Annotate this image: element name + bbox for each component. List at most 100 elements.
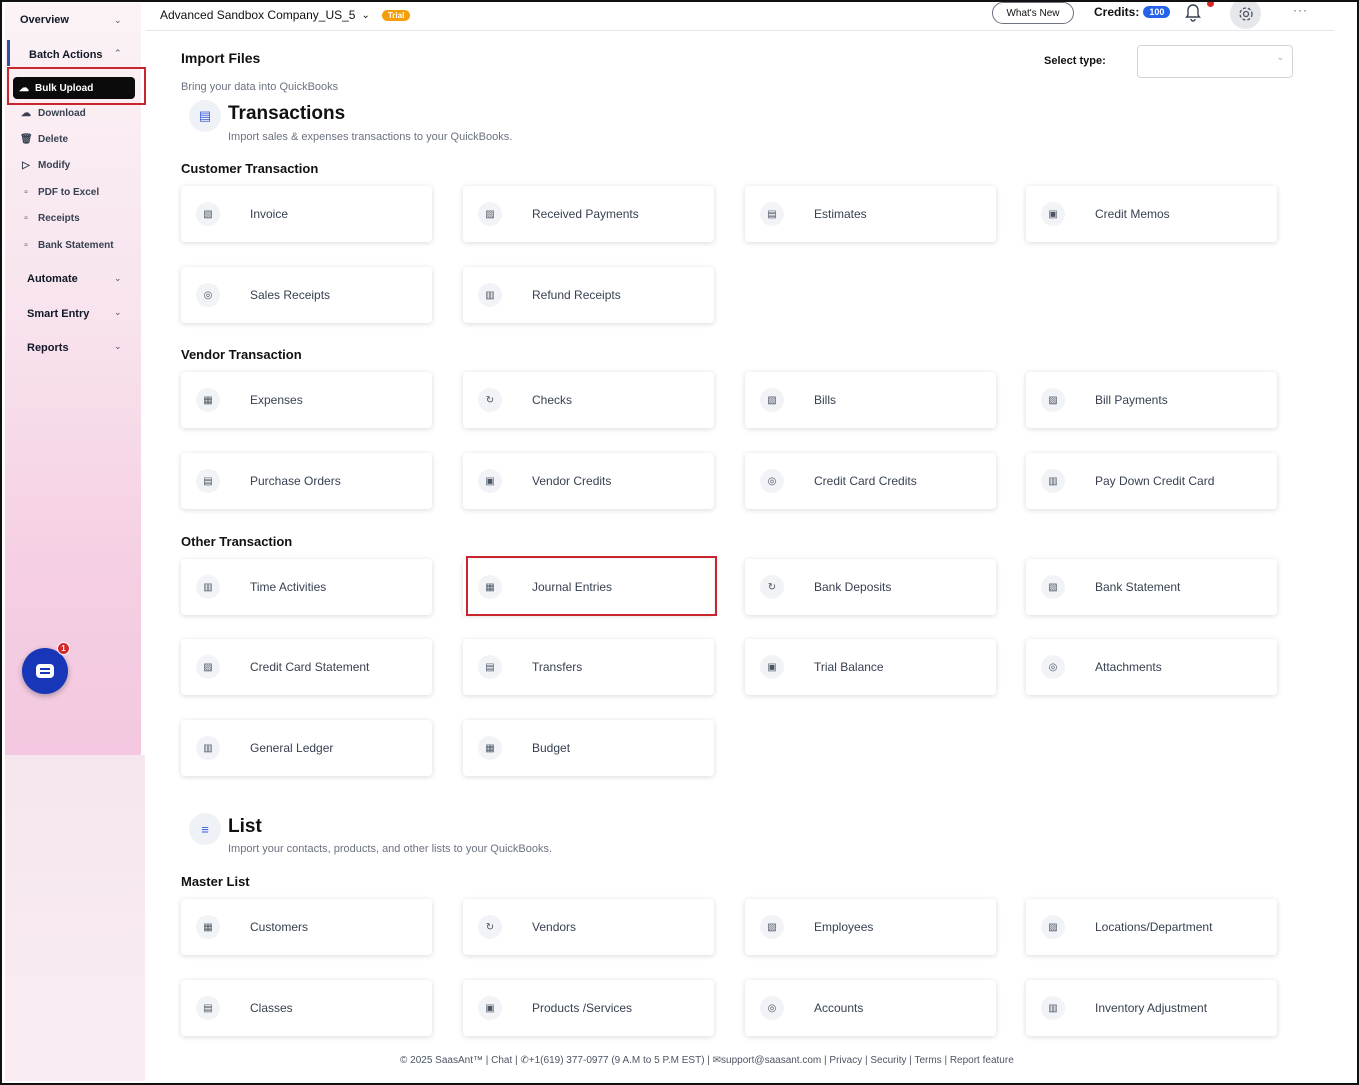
section-title-transactions: Transactions [228,103,346,124]
chevron-down-icon[interactable]: ⌄ [114,15,122,26]
card-estimates[interactable]: ▤ Estimates [745,186,996,242]
select-type-dropdown[interactable]: ⌄ [1137,45,1293,78]
chat-button[interactable] [22,648,68,694]
card-inventory-adjustment[interactable]: ▥ Inventory Adjustment [1026,980,1277,1036]
card-bank-deposits[interactable]: ↻ Bank Deposits [745,559,996,615]
card-transfers[interactable]: ▤ Transfers [463,639,714,695]
page-title: Import Files [181,50,261,66]
card-bills[interactable]: ▧ Bills [745,372,996,428]
card-label: Expenses [250,393,303,407]
card-label: Budget [532,741,571,755]
company-selector[interactable]: Advanced Sandbox Company_US_5 ⌄ Trial [160,8,411,22]
section-desc-transactions: Import sales & expenses transactions to … [228,131,513,143]
card-label: Accounts [814,1001,864,1015]
chat-icon [36,664,54,678]
card-trial-balance[interactable]: ▣ Trial Balance [745,639,996,695]
card-accounts[interactable]: ◎ Accounts [745,980,996,1036]
chevron-down-icon[interactable]: ⌄ [114,341,122,352]
card-received-payments[interactable]: ▨ Received Payments [463,186,714,242]
card-icon: ▤ [189,100,221,132]
document-icon: ◎ [196,283,220,307]
card-credit-card-credits[interactable]: ◎ Credit Card Credits [745,453,996,509]
whats-new-button[interactable]: What's New [992,2,1074,24]
card-locations-department[interactable]: ▨ Locations/Department [1026,899,1277,955]
card-bill-payments[interactable]: ▨ Bill Payments [1026,372,1277,428]
sidebar-lower-area [5,755,145,1081]
document-icon: ▣ [478,469,502,493]
card-credit-memos[interactable]: ▣ Credit Memos [1026,186,1277,242]
card-label: Checks [532,393,573,407]
document-icon: ▤ [478,655,502,679]
sidebar-item-receipts[interactable]: ▫ Receipts [20,213,79,224]
card-label: Trial Balance [814,660,884,674]
gear-icon[interactable] [1230,0,1261,29]
document-icon: ▨ [478,202,502,226]
sidebar-item-download[interactable]: ☁ Download [20,108,86,119]
group-title-other: Other Transaction [181,534,293,549]
card-label: Time Activities [250,580,327,594]
person-icon: ▨ [1041,915,1065,939]
chevron-down-icon: ⌄ [1276,52,1284,62]
card-label: Sales Receipts [250,288,331,302]
card-customers[interactable]: ▦ Customers [181,899,432,955]
card-products-services[interactable]: ▣ Products /Services [463,980,714,1036]
chevron-down-icon[interactable]: ⌄ [114,307,122,318]
document-icon: ▣ [760,655,784,679]
card-label: Vendor Credits [532,474,612,488]
card-budget[interactable]: ▦ Budget [463,720,714,776]
credits-display: Credits: 100 [1094,5,1171,19]
card-purchase-orders[interactable]: ▤ Purchase Orders [181,453,432,509]
sidebar-item-pdf-to-excel[interactable]: ▫ PDF to Excel [20,187,99,198]
person-icon: ▧ [760,915,784,939]
document-icon: ▨ [196,655,220,679]
card-general-ledger[interactable]: ▥ General Ledger [181,720,432,776]
card-pay-down-credit-card[interactable]: ▥ Pay Down Credit Card [1026,453,1277,509]
card-vendor-credits[interactable]: ▣ Vendor Credits [463,453,714,509]
trash-icon: 🗑 [20,134,33,145]
card-checks[interactable]: ↻ Checks [463,372,714,428]
card-credit-card-statement[interactable]: ▨ Credit Card Statement [181,639,432,695]
person-icon: ◎ [760,996,784,1020]
sidebar-item-label: Delete [38,134,69,145]
nav-batch-actions[interactable]: Batch Actions [29,49,103,61]
card-label: Journal Entries [532,580,613,594]
sidebar-item-modify[interactable]: ▷ Modify [20,160,70,171]
section-desc-list: Import your contacts, products, and othe… [228,843,553,855]
person-icon: ▤ [196,996,220,1020]
card-classes[interactable]: ▤ Classes [181,980,432,1036]
card-label: Attachments [1095,660,1162,674]
document-icon: ▨ [1041,388,1065,412]
nav-automate[interactable]: Automate [27,273,78,285]
bulk-upload-button[interactable]: ☁ Bulk Upload [13,77,135,99]
company-name: Advanced Sandbox Company_US_5 [160,8,356,22]
nav-reports[interactable]: Reports [27,342,69,354]
chevron-up-icon[interactable]: ⌃ [114,48,122,59]
card-bank-statement[interactable]: ▧ Bank Statement [1026,559,1277,615]
card-label: Customers [250,920,309,934]
nav-overview[interactable]: Overview [20,14,69,26]
person-icon: ▥ [1041,996,1065,1020]
nav-smart-entry[interactable]: Smart Entry [27,308,89,320]
card-attachments[interactable]: ◎ Attachments [1026,639,1277,695]
card-journal-entries[interactable]: ▦ Journal Entries [463,559,714,615]
card-employees[interactable]: ▧ Employees [745,899,996,955]
bell-icon[interactable] [1178,0,1208,26]
more-icon[interactable]: ··· [1293,3,1308,17]
sidebar-item-label: Bank Statement [38,240,114,251]
card-invoice[interactable]: ▧ Invoice [181,186,432,242]
card-refund-receipts[interactable]: ▥ Refund Receipts [463,267,714,323]
card-time-activities[interactable]: ▥ Time Activities [181,559,432,615]
sidebar-item-delete[interactable]: 🗑 Delete [20,134,68,145]
chevron-down-icon[interactable]: ⌄ [114,273,122,284]
card-expenses[interactable]: ▦ Expenses [181,372,432,428]
card-sales-receipts[interactable]: ◎ Sales Receipts [181,267,432,323]
card-label: Purchase Orders [250,474,341,488]
credits-label: Credits: [1094,5,1140,19]
card-label: Employees [814,920,874,934]
document-icon: ◎ [760,469,784,493]
group-title-vendor: Vendor Transaction [181,347,302,362]
footer: © 2025 SaasAnt™ | Chat | ✆+1(619) 377-09… [400,1055,1014,1066]
card-label: Inventory Adjustment [1095,1001,1208,1015]
sidebar-item-bank-statement[interactable]: ▫ Bank Statement [20,240,114,251]
card-vendors[interactable]: ↻ Vendors [463,899,714,955]
